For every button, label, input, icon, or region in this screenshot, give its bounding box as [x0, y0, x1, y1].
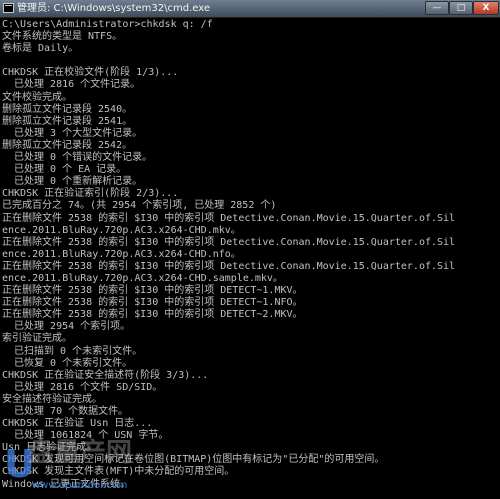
window-title: 管理员: C:\Windows\system32\cmd.exe — [17, 3, 211, 14]
console-line: 已恢复 0 个未索引文件。 — [2, 357, 133, 369]
console-line: 已处理 0 个重新解析记录。 — [2, 176, 143, 188]
console-line: 索引验证完成。 — [2, 333, 72, 345]
console-line: 已处理 70 个数据文件。 — [2, 406, 129, 417]
console-line: 已处理 0 个错误的文件记录。 — [2, 152, 153, 164]
console-line: ence.2011.BluRay.720p.AC3.x264-CHD.sampl… — [2, 272, 283, 284]
console-line: 已完成百分之 74。(共 2954 个索引项, 已处理 2852 个) — [2, 200, 277, 212]
console-line: ence.2011.BluRay.720p.AC3.x264-CHD.mkv。 — [2, 224, 241, 236]
maximize-button[interactable]: □ — [449, 1, 473, 15]
console-line: 已处理 3 个大型文件记录。 — [2, 127, 143, 139]
console-line: CHKDSK 正在验证安全描述符(阶段 3/3)... — [2, 369, 209, 381]
console-line: 文件系统的类型是 NTFS。 — [2, 31, 123, 43]
cmd-window: 管理员: C:\Windows\system32\cmd.exe — □ X C… — [0, 0, 500, 499]
watermark: U 盘量产网 www.upantool.com — [4, 436, 154, 496]
console-line: 卷标是 Daily。 — [2, 43, 79, 55]
watermark-logo: U — [4, 442, 35, 486]
console-line: 正在删除文件 2538 的索引 $I30 中的索引项 DETECT~1.NFO。 — [2, 297, 303, 309]
console-line: 正在删除文件 2538 的索引 $I30 中的索引项 DETECT~2.MKV。 — [2, 309, 303, 321]
console-line: 正在删除文件 2538 的索引 $I30 中的索引项 DETECT~1.MKV。 — [2, 285, 303, 297]
console-line: C:\Users\Administrator>chkdsk q: /f — [2, 19, 213, 30]
console-line: 删除孤立文件记录段 2541。 — [2, 115, 133, 127]
console-line: 正在删除文件 2538 的索引 $I30 中的索引项 Detective.Con… — [2, 260, 456, 272]
console-app-icon[interactable] — [3, 3, 14, 13]
watermark-site-name: 盘量产网 — [28, 438, 133, 468]
console-output[interactable]: C:\Users\Administrator>chkdsk q: /f 文件系统的… — [0, 18, 500, 499]
console-line: 已扫描到 0 个未索引文件。 — [2, 345, 143, 357]
console-line: 删除孤立文件记录段 2540。 — [2, 103, 133, 115]
console-line: ence.2011.BluRay.720p.AC3.x264-CHD.nfo。 — [2, 248, 241, 260]
console-text: C:\Users\Administrator>chkdsk q: /f 文件系统的… — [2, 19, 455, 491]
console-line: 删除孤立文件记录段 2542。 — [2, 139, 133, 151]
minimize-button[interactable]: — — [425, 1, 449, 15]
title-bar[interactable]: 管理员: C:\Windows\system32\cmd.exe — □ X — [0, 0, 500, 18]
console-line: CHKDSK 正在验证 Usn 日志... — [2, 418, 153, 430]
watermark-url: www.upantool.com — [32, 480, 128, 491]
console-line: 已处理 0 个 EA 记录。 — [2, 164, 127, 176]
console-line: 正在删除文件 2538 的索引 $I30 中的索引项 Detective.Con… — [2, 236, 456, 248]
console-line: 正在删除文件 2538 的索引 $I30 中的索引项 Detective.Con… — [2, 212, 456, 224]
close-button[interactable]: X — [473, 1, 499, 15]
console-line: CHKDSK 正在校验文件(阶段 1/3)... — [2, 67, 179, 79]
console-line: 安全描述符验证完成。 — [2, 393, 102, 405]
console-line: 已处理 2954 个索引项。 — [2, 321, 131, 333]
console-line: 文件校验完成。 — [2, 91, 72, 103]
console-line: CHKDSK 正在验证索引(阶段 2/3)... — [2, 188, 179, 200]
console-line: 已处理 2816 个文件 SD/SID。 — [2, 381, 163, 393]
console-line: 已处理 2816 个文件记录。 — [2, 79, 141, 91]
